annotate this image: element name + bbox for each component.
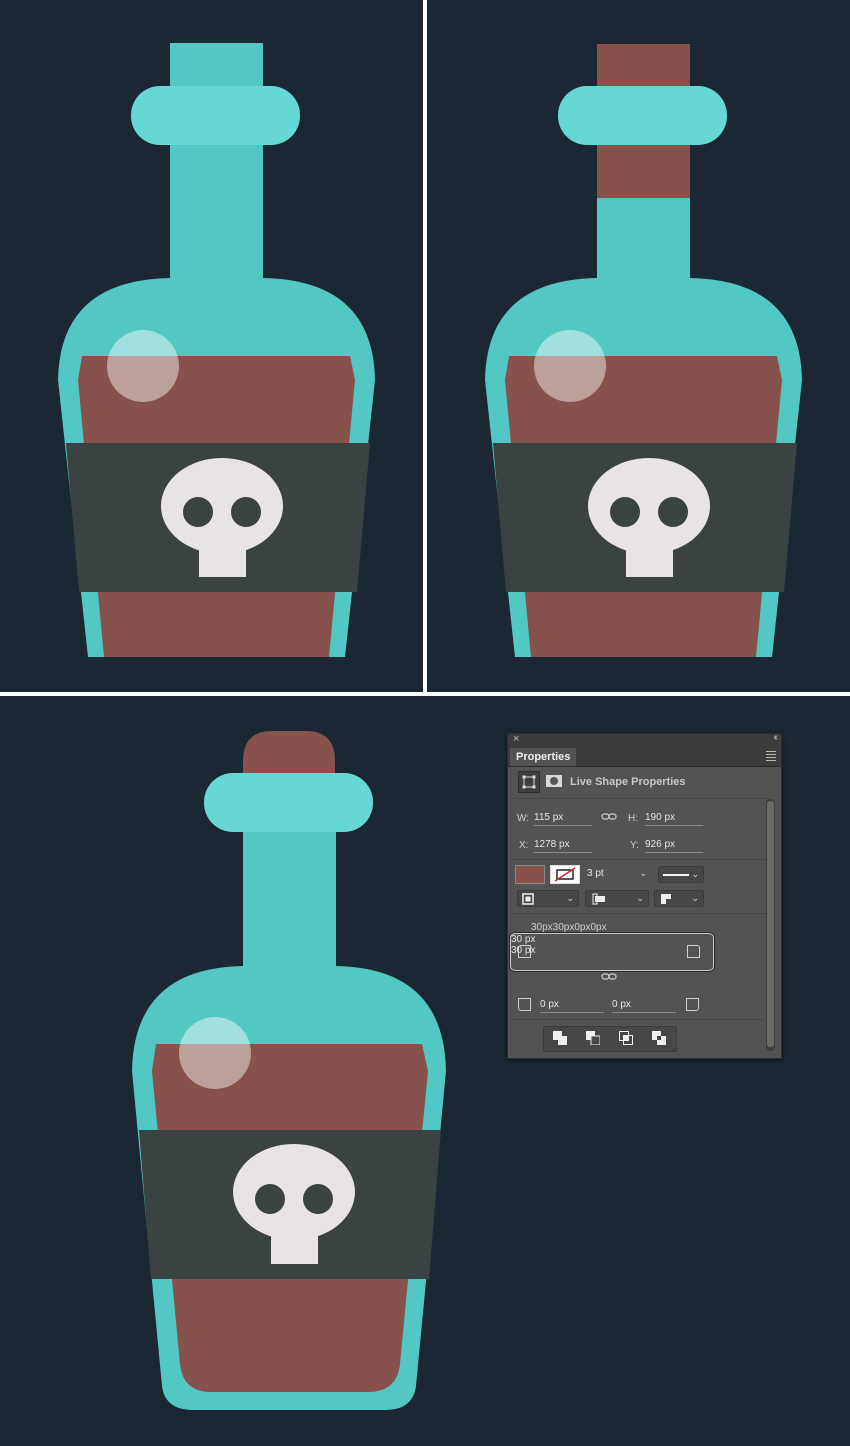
glass-highlight xyxy=(179,1017,251,1089)
skull-icon xyxy=(161,458,283,554)
glass-highlight xyxy=(107,330,179,402)
chevron-down-icon: ⌄ xyxy=(639,868,647,878)
bottle-step-1 xyxy=(0,0,423,692)
combine-shapes-icon[interactable] xyxy=(553,1031,567,1045)
stroke-align-dropdown[interactable]: ⌄ xyxy=(517,890,579,907)
link-icon[interactable] xyxy=(601,810,617,824)
bottle-collar xyxy=(558,86,727,145)
panel-tabbar: Properties xyxy=(508,746,781,767)
transform-icon[interactable] xyxy=(518,771,540,793)
bottom-right-corner-icon xyxy=(686,998,699,1011)
corner-summary: 30px30px0px0px xyxy=(531,922,607,933)
bottle-collar xyxy=(204,773,373,832)
stroke-swatch[interactable] xyxy=(550,865,580,884)
height-field[interactable]: 190 px xyxy=(645,811,703,826)
width-field[interactable]: 115 px xyxy=(534,811,592,826)
exclude-overlap-icon[interactable] xyxy=(652,1031,666,1045)
glass-highlight xyxy=(534,330,606,402)
bottle-neck xyxy=(170,43,263,293)
skull-icon xyxy=(588,458,710,554)
chevron-down-icon: ⌄ xyxy=(691,869,699,879)
top-left-corner-icon xyxy=(518,945,531,958)
line-cap-icon xyxy=(592,893,605,905)
stroke-style-dropdown[interactable]: ⌄ xyxy=(658,866,704,883)
align-inside-icon xyxy=(522,893,534,905)
mask-icon[interactable] xyxy=(544,771,564,791)
x-field[interactable]: 1278 px xyxy=(534,838,592,853)
close-icon[interactable]: × xyxy=(513,733,519,745)
bottle-step-2 xyxy=(427,0,850,692)
link-corners-icon[interactable] xyxy=(601,971,617,983)
top-right-corner-icon xyxy=(687,945,700,958)
panel-topbar: × ‹‹ xyxy=(508,732,781,746)
bottom-left-corner-icon xyxy=(518,998,531,1011)
x-label: X: xyxy=(519,840,529,851)
path-operations[interactable] xyxy=(543,1026,677,1052)
corner-radius-top-group[interactable]: 30 px 30 px xyxy=(510,933,714,971)
y-label: Y: xyxy=(630,840,639,851)
bottom-right-radius-field[interactable]: 0 px xyxy=(612,998,676,1013)
collapse-icon[interactable]: ‹‹ xyxy=(773,732,777,743)
subtract-shape-icon[interactable] xyxy=(586,1031,600,1045)
chevron-down-icon: ⌄ xyxy=(636,893,644,903)
top-left-radius-field[interactable]: 30 px xyxy=(511,934,575,945)
stroke-cap-dropdown[interactable]: ⌄ xyxy=(585,890,649,907)
panel-menu-icon[interactable] xyxy=(766,751,776,763)
h-label: H: xyxy=(628,813,638,824)
bottle-collar xyxy=(131,86,300,145)
panel-scrollbar[interactable] xyxy=(766,799,775,1051)
w-label: W: xyxy=(517,813,530,824)
skull-icon xyxy=(233,1144,355,1240)
fill-swatch[interactable] xyxy=(515,865,545,884)
y-field[interactable]: 926 px xyxy=(645,838,703,853)
chevron-down-icon: ⌄ xyxy=(566,893,574,903)
panel-subtitle: Live Shape Properties xyxy=(570,776,686,788)
intersect-shapes-icon[interactable] xyxy=(619,1031,633,1045)
line-join-icon xyxy=(661,894,671,904)
tab-properties[interactable]: Properties xyxy=(510,748,577,766)
bottom-left-radius-field[interactable]: 0 px xyxy=(540,998,604,1013)
bottle-step-3 xyxy=(0,696,500,1446)
stroke-corner-dropdown[interactable]: ⌄ xyxy=(654,890,704,907)
chevron-down-icon: ⌄ xyxy=(691,893,699,903)
stroke-width-dropdown[interactable]: 3 pt ⌄ xyxy=(585,866,651,881)
line-style-icon xyxy=(663,874,689,876)
stroke-width-value: 3 pt xyxy=(587,868,604,879)
